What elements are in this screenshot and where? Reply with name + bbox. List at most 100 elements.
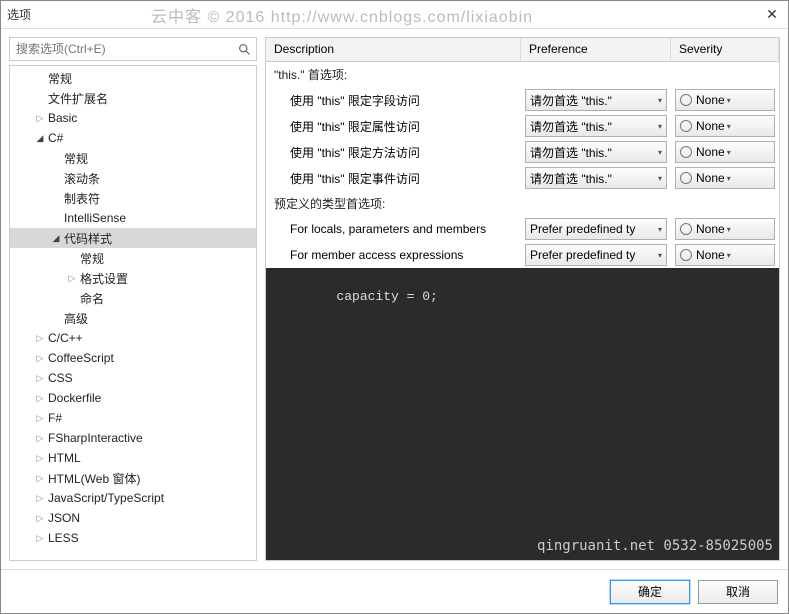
severity-none-icon (680, 120, 692, 132)
chevron-right-icon[interactable]: ▷ (66, 272, 78, 284)
severity-none-icon (680, 172, 692, 184)
tree-item[interactable]: ▷HTML(Web 窗体) (10, 468, 256, 488)
dropdown-value: None (696, 119, 725, 133)
dropdown-value: Prefer predefined ty (530, 222, 656, 236)
search-input[interactable] (10, 38, 232, 60)
tree-item[interactable]: 滚动条 (10, 168, 256, 188)
tree-item[interactable]: ▷HTML (10, 448, 256, 468)
chevron-right-icon[interactable]: ▷ (34, 392, 46, 404)
tree-item[interactable]: ▷FSharpInteractive (10, 428, 256, 448)
chevron-right-icon[interactable]: ▷ (34, 492, 46, 504)
grid-body: "this." 首选项:使用 "this" 限定字段访问请勿首选 "this."… (266, 62, 779, 268)
tree-item[interactable]: ▷JavaScript/TypeScript (10, 488, 256, 508)
tree-item-label: CoffeeScript (48, 351, 114, 365)
chevron-right-icon[interactable]: ▷ (34, 472, 46, 484)
chevron-right-icon[interactable]: ▷ (34, 512, 46, 524)
preference-dropdown[interactable]: Prefer predefined ty▾ (525, 218, 667, 240)
chevron-down-icon: ▾ (727, 174, 731, 183)
preference-dropdown[interactable]: 请勿首选 "this."▾ (525, 89, 667, 111)
tree-item-label: CSS (48, 371, 73, 385)
cancel-button[interactable]: 取消 (698, 580, 778, 604)
tree-item-label: 常规 (64, 150, 88, 167)
chevron-right-icon[interactable]: ▷ (34, 332, 46, 344)
dropdown-value: 请勿首选 "this." (530, 144, 656, 161)
chevron-down-icon: ▾ (727, 225, 731, 234)
options-dialog: 选项 云中客 © 2016 http://www.cnblogs.com/lix… (0, 0, 789, 614)
severity-dropdown[interactable]: None▾ (675, 218, 775, 240)
code-text: capacity = 0; (336, 289, 437, 304)
preference-dropdown[interactable]: 请勿首选 "this."▾ (525, 115, 667, 137)
tree-item[interactable]: ▷JSON (10, 508, 256, 528)
dropdown-value: Prefer predefined ty (530, 248, 656, 262)
chevron-down-icon[interactable]: ◢ (34, 132, 46, 144)
tree-item-label: Dockerfile (48, 391, 101, 405)
preference-dropdown[interactable]: 请勿首选 "this."▾ (525, 141, 667, 163)
close-icon[interactable]: ✕ (762, 5, 782, 25)
severity-dropdown[interactable]: None▾ (675, 167, 775, 189)
chevron-down-icon: ▾ (727, 122, 731, 131)
tree-item[interactable]: ▷F# (10, 408, 256, 428)
severity-dropdown[interactable]: None▾ (675, 89, 775, 111)
tree-item-label: 滚动条 (64, 170, 100, 187)
section-header: "this." 首选项: (266, 62, 779, 87)
grid-row: For member access expressions Prefer pred… (266, 242, 779, 268)
tree-item[interactable]: 制表符 (10, 188, 256, 208)
section-header: 预定义的类型首选项: (266, 191, 779, 216)
tree-item-label: Basic (48, 111, 77, 125)
tree-item[interactable]: 常规 (10, 148, 256, 168)
preference-dropdown[interactable]: Prefer predefined ty▾ (525, 244, 667, 266)
cell-description: 使用 "this" 限定事件访问 (266, 170, 521, 187)
grid-row: 使用 "this" 限定字段访问请勿首选 "this."▾None▾ (266, 87, 779, 113)
severity-dropdown[interactable]: None▾ (675, 115, 775, 137)
tree-item[interactable]: 文件扩展名 (10, 88, 256, 108)
chevron-down-icon: ▾ (658, 251, 662, 260)
tree-item[interactable]: ▷CSS (10, 368, 256, 388)
tree-item[interactable]: IntelliSense (10, 208, 256, 228)
column-preference: Preference (521, 38, 671, 61)
tree-item[interactable]: ▷格式设置 (10, 268, 256, 288)
grid-row: 使用 "this" 限定属性访问请勿首选 "this."▾None▾ (266, 113, 779, 139)
tree-item[interactable]: ▷C/C++ (10, 328, 256, 348)
content-area: 常规文件扩展名▷Basic◢C#常规滚动条制表符IntelliSense◢代码样… (1, 29, 788, 569)
tree-item[interactable]: ◢C# (10, 128, 256, 148)
tree-item-label: HTML(Web 窗体) (48, 470, 140, 487)
tree-item[interactable]: ▷LESS (10, 528, 256, 548)
severity-none-icon (680, 94, 692, 106)
severity-dropdown[interactable]: None▾ (675, 141, 775, 163)
chevron-down-icon: ▾ (727, 251, 731, 260)
chevron-right-icon[interactable]: ▷ (34, 532, 46, 544)
severity-dropdown[interactable]: None▾ (675, 244, 775, 266)
chevron-down-icon[interactable]: ◢ (50, 232, 62, 244)
tree-item-label: C# (48, 131, 63, 145)
severity-none-icon (680, 223, 692, 235)
chevron-down-icon: ▾ (658, 225, 662, 234)
tree-item[interactable]: 命名 (10, 288, 256, 308)
watermark-text: 云中客 © 2016 http://www.cnblogs.com/lixiao… (151, 3, 533, 27)
grid-row: 使用 "this" 限定事件访问请勿首选 "this."▾None▾ (266, 165, 779, 191)
chevron-right-icon[interactable]: ▷ (34, 432, 46, 444)
tree-item-label: HTML (48, 451, 81, 465)
chevron-right-icon[interactable]: ▷ (34, 412, 46, 424)
chevron-right-icon[interactable]: ▷ (34, 372, 46, 384)
tree-item[interactable]: ▷CoffeeScript (10, 348, 256, 368)
tree-view[interactable]: 常规文件扩展名▷Basic◢C#常规滚动条制表符IntelliSense◢代码样… (9, 65, 257, 561)
chevron-right-icon[interactable]: ▷ (34, 452, 46, 464)
code-preview: capacity = 0; qingruanit.net 0532-850250… (266, 268, 779, 560)
dropdown-value: None (696, 93, 725, 107)
chevron-right-icon[interactable]: ▷ (34, 112, 46, 124)
tree-item[interactable]: ▷Basic (10, 108, 256, 128)
chevron-down-icon: ▾ (658, 174, 662, 183)
tree-item[interactable]: 常规 (10, 248, 256, 268)
dropdown-value: 请勿首选 "this." (530, 170, 656, 187)
tree-item[interactable]: ▷Dockerfile (10, 388, 256, 408)
ok-button[interactable]: 确定 (610, 580, 690, 604)
tree-item[interactable]: 高级 (10, 308, 256, 328)
grid-row: For locals, parameters and membersPrefer… (266, 216, 779, 242)
tree-item[interactable]: 常规 (10, 68, 256, 88)
chevron-right-icon[interactable]: ▷ (34, 352, 46, 364)
search-box (9, 37, 257, 61)
tree-item[interactable]: ◢代码样式 (10, 228, 256, 248)
search-icon[interactable] (232, 38, 256, 60)
cell-description: For member access expressions (266, 248, 521, 262)
preference-dropdown[interactable]: 请勿首选 "this."▾ (525, 167, 667, 189)
